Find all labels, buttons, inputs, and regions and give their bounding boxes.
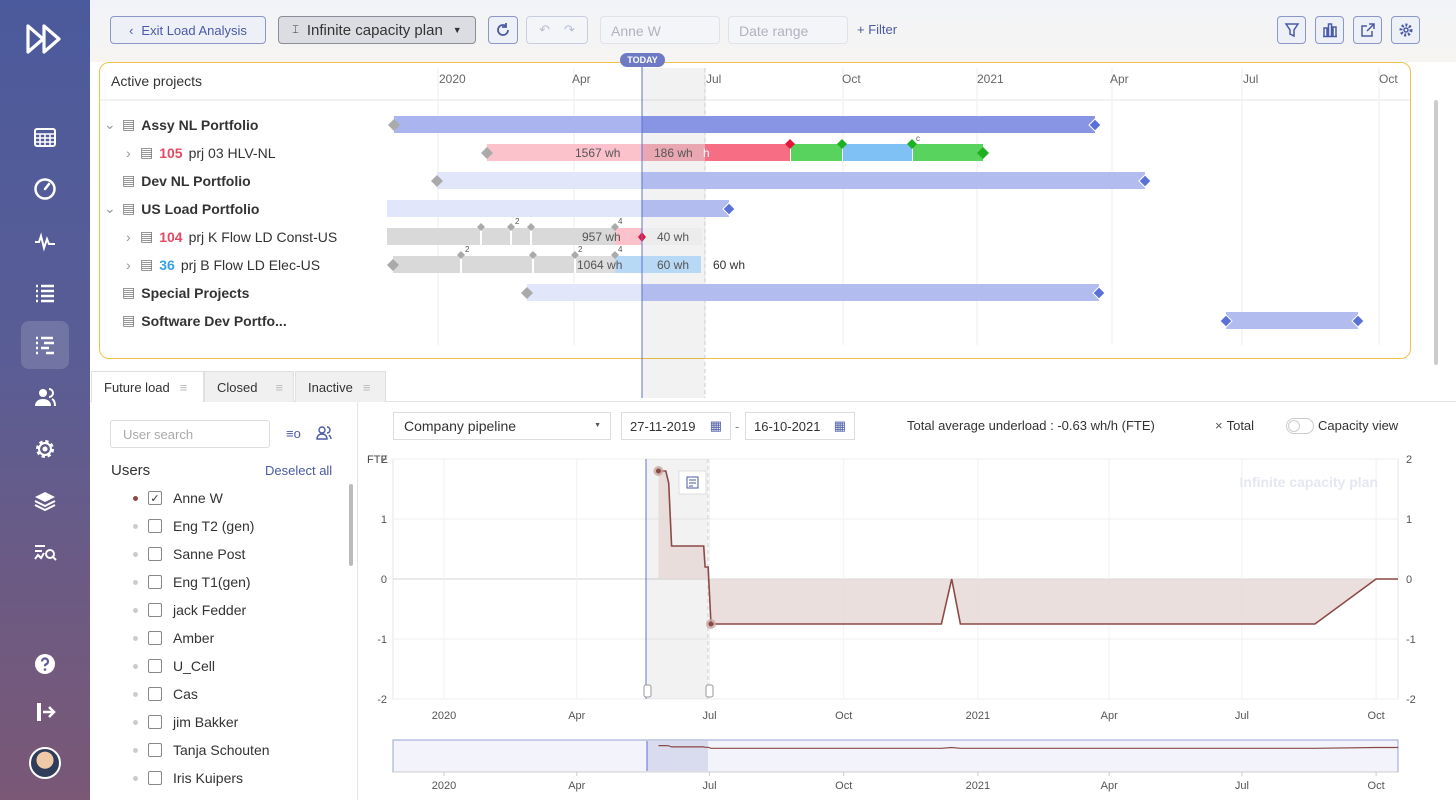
x-tick-label: 2021 [966, 710, 990, 722]
x-tick-label: Oct [835, 710, 852, 722]
y-tick-labels-left: -2 -1 0 1 2 [377, 454, 387, 706]
range-handle-left[interactable] [643, 684, 652, 698]
range-navigator[interactable] [392, 739, 1399, 773]
y-tick-label: 2 [1406, 454, 1412, 466]
y-tick-label: -2 [1406, 694, 1416, 706]
y-tick-label: -2 [377, 694, 387, 706]
navigator-tick-labels: 2020 Apr Jul Oct 2021 Apr Jul Oct [432, 772, 1385, 792]
data-point[interactable] [708, 621, 714, 627]
y-tick-label: 1 [381, 514, 387, 526]
navigator-tick-label: Jul [1235, 780, 1249, 792]
x-tick-labels: 2020 Apr Jul Oct 2021 Apr Jul Oct [432, 710, 1385, 722]
navigator-tick-label: 2020 [432, 780, 456, 792]
x-tick-label: Jul [702, 710, 716, 722]
navigator-tick-label: Oct [835, 780, 852, 792]
y-tick-label: -1 [377, 634, 387, 646]
load-chart: Infinite capacity plan FTE -2-1012 -2-10… [367, 454, 1416, 792]
x-tick-label: 2020 [432, 710, 456, 722]
data-point[interactable] [655, 468, 661, 474]
navigator-tick-label: Jul [702, 780, 716, 792]
y-tick-label: -1 [1406, 634, 1416, 646]
y-tick-label: 2 [381, 454, 387, 466]
x-tick-label: Oct [1368, 710, 1385, 722]
range-handle-right[interactable] [705, 684, 714, 698]
load-area [658, 471, 1398, 624]
y-tick-label: 1 [1406, 514, 1412, 526]
navigator-selection[interactable] [647, 741, 708, 771]
navigator-tick-label: Apr [568, 780, 585, 792]
x-tick-label: Apr [568, 710, 585, 722]
navigator-tick-label: 2021 [966, 780, 990, 792]
y-tick-label: 0 [381, 574, 387, 586]
y-tick-labels-right: -2 -1 0 1 2 [1406, 454, 1416, 706]
x-tick-label: Apr [1101, 710, 1118, 722]
navigator-tick-label: Apr [1101, 780, 1118, 792]
y-tick-label: 0 [1406, 574, 1412, 586]
chart-watermark: Infinite capacity plan [1240, 474, 1378, 490]
x-tick-label: Jul [1235, 710, 1249, 722]
navigator-tick-label: Oct [1368, 780, 1385, 792]
